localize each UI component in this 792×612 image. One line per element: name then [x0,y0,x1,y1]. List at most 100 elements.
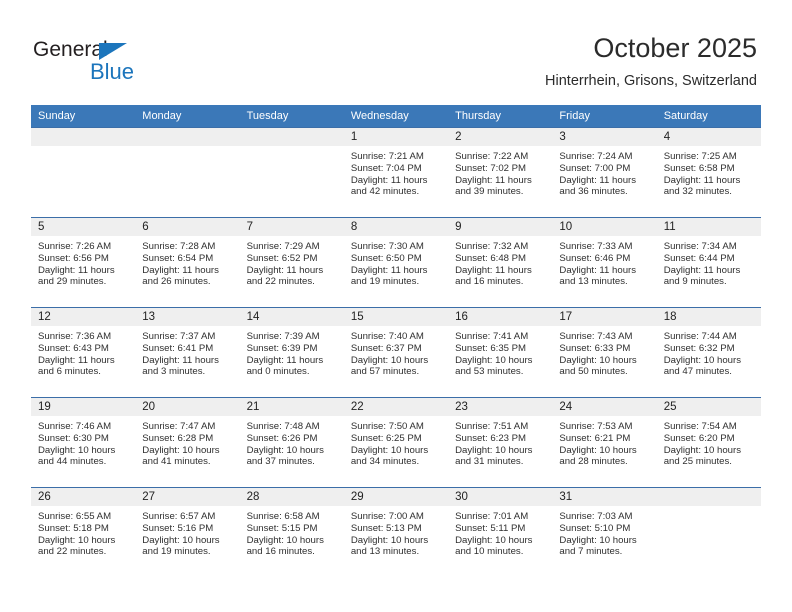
sunset-text: Sunset: 6:43 PM [38,342,109,354]
weekday-header-tuesday: Tuesday [239,105,344,128]
daylight-text-line2: and 19 minutes. [350,276,420,288]
calendar-day-cell[interactable]: 14 Sunrise: 7:39 AM Sunset: 6:39 PM Dayligh… [239,307,344,398]
day-number: 12 [31,308,136,326]
day-cell-details: Sunrise: 7:37 AM Sunset: 6:41 PM Daylight:… [135,326,239,378]
day-cell-details: Sunrise: 7:32 AM Sunset: 6:48 PM Daylight:… [448,236,552,288]
sunset-text: Sunset: 7:04 PM [350,162,422,174]
daylight-text-line2: and 32 minutes. [663,186,732,198]
day-number: 10 [552,218,657,236]
daylight-text-line1: Daylight: 10 hours [455,354,533,366]
sunset-text: Sunset: 5:13 PM [350,522,422,534]
day-cell-inner: 11 Sunrise: 7:34 AM Sunset: 6:44 PM Dayligh… [656,218,761,307]
calendar-day-cell[interactable] [656,487,761,577]
calendar-day-cell[interactable]: 21 Sunrise: 7:48 AM Sunset: 6:26 PM Dayligh… [239,397,344,488]
daylight-text-line2: and 42 minutes. [350,186,420,198]
calendar-day-cell[interactable]: 29 Sunrise: 7:00 AM Sunset: 5:13 PM Dayligh… [343,487,449,577]
daylight-text-line1: Daylight: 10 hours [559,534,637,546]
day-number: 22 [343,398,449,416]
day-cell-details: Sunrise: 7:54 AM Sunset: 6:20 PM Daylight:… [657,416,761,468]
day-cell-inner: 4 Sunrise: 7:25 AM Sunset: 6:58 PM Daylight… [656,128,761,217]
calendar-day-cell[interactable]: 7 Sunrise: 7:29 AM Sunset: 6:52 PM Daylight… [239,217,344,308]
calendar-day-cell[interactable]: 27 Sunrise: 6:57 AM Sunset: 5:16 PM Dayligh… [135,487,240,577]
sunrise-text: Sunrise: 7:36 AM [38,331,112,342]
sunset-text: Sunset: 6:28 PM [142,432,214,444]
calendar-day-cell[interactable]: 13 Sunrise: 7:37 AM Sunset: 6:41 PM Dayligh… [135,307,240,398]
day-cell-details: Sunrise: 7:25 AM Sunset: 6:58 PM Daylight:… [657,146,761,198]
calendar-day-cell[interactable]: 26 Sunrise: 6:55 AM Sunset: 5:18 PM Dayligh… [31,487,136,577]
calendar-day-cell[interactable]: 28 Sunrise: 6:58 AM Sunset: 5:15 PM Dayligh… [239,487,344,577]
daylight-text-line2: and 16 minutes. [455,276,524,288]
calendar-day-cell[interactable] [239,127,344,218]
calendar-day-cell[interactable]: 23 Sunrise: 7:51 AM Sunset: 6:23 PM Dayligh… [448,397,553,488]
calendar-day-cell[interactable]: 6 Sunrise: 7:28 AM Sunset: 6:54 PM Daylight… [135,217,240,308]
sunrise-text: Sunrise: 7:29 AM [246,241,320,252]
day-cell-inner: 15 Sunrise: 7:40 AM Sunset: 6:37 PM Dayligh… [343,308,449,397]
sunrise-text: Sunrise: 7:53 AM [559,421,633,432]
day-number: 8 [343,218,449,236]
daylight-text-line2: and 9 minutes. [663,276,727,288]
page-header: General Blue October 2025 Hinterrhein, G… [0,0,792,104]
day-cell-inner: 8 Sunrise: 7:30 AM Sunset: 6:50 PM Daylight… [343,218,449,307]
calendar-day-cell[interactable]: 22 Sunrise: 7:50 AM Sunset: 6:25 PM Dayligh… [343,397,449,488]
calendar-day-cell[interactable] [31,127,136,218]
calendar-day-cell[interactable]: 8 Sunrise: 7:30 AM Sunset: 6:50 PM Daylight… [343,217,449,308]
daylight-text-line1: Daylight: 10 hours [350,354,429,366]
calendar-day-cell[interactable]: 3 Sunrise: 7:24 AM Sunset: 7:00 PM Daylight… [552,127,657,218]
daylight-text-line1: Daylight: 11 hours [38,264,115,276]
day-number: 2 [448,128,553,146]
day-cell-details: Sunrise: 7:30 AM Sunset: 6:50 PM Daylight:… [344,236,448,288]
daylight-text-line1: Daylight: 11 hours [38,354,115,366]
day-cell-details: Sunrise: 7:39 AM Sunset: 6:39 PM Daylight:… [240,326,344,378]
sunset-text: Sunset: 6:35 PM [455,342,527,354]
calendar-day-cell[interactable]: 5 Sunrise: 7:26 AM Sunset: 6:56 PM Daylight… [31,217,136,308]
daylight-text-line1: Daylight: 10 hours [142,534,220,546]
sunset-text: Sunset: 6:56 PM [38,252,109,264]
calendar-day-cell[interactable]: 2 Sunrise: 7:22 AM Sunset: 7:02 PM Daylight… [448,127,553,218]
calendar-day-cell[interactable]: 19 Sunrise: 7:46 AM Sunset: 6:30 PM Dayligh… [31,397,136,488]
day-number: 15 [343,308,449,326]
calendar-day-cell[interactable]: 15 Sunrise: 7:40 AM Sunset: 6:37 PM Dayligh… [343,307,449,398]
day-cell-details: Sunrise: 7:28 AM Sunset: 6:54 PM Daylight:… [135,236,239,288]
daylight-text-line2: and 19 minutes. [142,546,211,558]
calendar-day-cell[interactable]: 10 Sunrise: 7:33 AM Sunset: 6:46 PM Dayligh… [552,217,657,308]
calendar-week-row: 12 Sunrise: 7:36 AM Sunset: 6:43 PM Dayligh… [31,307,761,398]
calendar-body: 1 Sunrise: 7:21 AM Sunset: 7:04 PM Daylight… [31,127,761,577]
calendar-day-cell[interactable]: 17 Sunrise: 7:43 AM Sunset: 6:33 PM Dayligh… [552,307,657,398]
calendar-day-cell[interactable]: 31 Sunrise: 7:03 AM Sunset: 5:10 PM Dayligh… [552,487,657,577]
daylight-text-line2: and 22 minutes. [246,276,315,288]
calendar-day-cell[interactable]: 25 Sunrise: 7:54 AM Sunset: 6:20 PM Dayligh… [656,397,761,488]
sunset-text: Sunset: 6:33 PM [559,342,631,354]
sunrise-text: Sunrise: 7:21 AM [350,151,424,162]
day-cell-inner: 26 Sunrise: 6:55 AM Sunset: 5:18 PM Dayligh… [31,488,136,577]
calendar-day-cell[interactable]: 16 Sunrise: 7:41 AM Sunset: 6:35 PM Dayligh… [448,307,553,398]
sunset-text: Sunset: 6:32 PM [663,342,735,354]
calendar-day-cell[interactable]: 20 Sunrise: 7:47 AM Sunset: 6:28 PM Dayligh… [135,397,240,488]
calendar-day-cell[interactable]: 18 Sunrise: 7:44 AM Sunset: 6:32 PM Dayligh… [656,307,761,398]
calendar-day-cell[interactable]: 9 Sunrise: 7:32 AM Sunset: 6:48 PM Daylight… [448,217,553,308]
calendar-day-cell[interactable]: 4 Sunrise: 7:25 AM Sunset: 6:58 PM Daylight… [656,127,761,218]
day-number: 7 [239,218,344,236]
daylight-text-line2: and 16 minutes. [246,546,315,558]
sunrise-text: Sunrise: 7:24 AM [559,151,633,162]
sunset-text: Sunset: 6:58 PM [663,162,735,174]
calendar-day-cell[interactable]: 11 Sunrise: 7:34 AM Sunset: 6:44 PM Dayligh… [656,217,761,308]
day-number: 29 [343,488,449,506]
calendar-day-cell[interactable] [135,127,240,218]
daylight-text-line1: Daylight: 10 hours [559,444,637,456]
day-cell-details: Sunrise: 7:33 AM Sunset: 6:46 PM Daylight:… [552,236,656,288]
day-number: 1 [343,128,449,146]
daylight-text-line2: and 29 minutes. [38,276,107,288]
location-subtitle: Hinterrhein, Grisons, Switzerland [545,73,757,89]
day-number: 14 [239,308,344,326]
sunrise-text: Sunrise: 7:03 AM [559,511,633,522]
day-cell-details: Sunrise: 7:00 AM Sunset: 5:13 PM Daylight:… [344,506,448,558]
day-number: 9 [448,218,553,236]
day-cell-inner: 17 Sunrise: 7:43 AM Sunset: 6:33 PM Dayligh… [552,308,657,397]
day-number: 20 [135,398,240,416]
sunrise-text: Sunrise: 7:34 AM [663,241,737,252]
calendar-day-cell[interactable]: 12 Sunrise: 7:36 AM Sunset: 6:43 PM Dayligh… [31,307,136,398]
calendar-day-cell[interactable]: 1 Sunrise: 7:21 AM Sunset: 7:04 PM Daylight… [343,127,449,218]
day-number: 6 [135,218,240,236]
calendar-day-cell[interactable]: 24 Sunrise: 7:53 AM Sunset: 6:21 PM Dayligh… [552,397,657,488]
calendar-day-cell[interactable]: 30 Sunrise: 7:01 AM Sunset: 5:11 PM Dayligh… [448,487,553,577]
